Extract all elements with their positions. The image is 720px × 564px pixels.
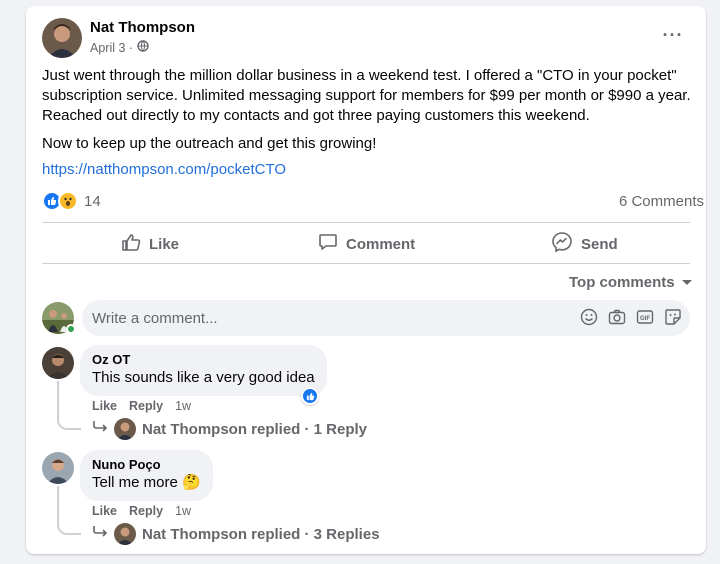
wow-reaction-icon xyxy=(58,191,78,211)
send-label: Send xyxy=(581,235,618,253)
comment-button[interactable]: Comment xyxy=(318,232,415,256)
comment-time[interactable]: 1w xyxy=(175,399,191,413)
comment-reply-link[interactable]: Reply xyxy=(129,504,163,518)
commenter-avatar[interactable] xyxy=(42,452,74,484)
gif-icon[interactable]: GIF xyxy=(636,308,654,326)
author-name[interactable]: Nat Thompson xyxy=(90,19,195,36)
reply-arrow-icon xyxy=(92,420,108,438)
globe-icon[interactable] xyxy=(137,40,149,55)
messenger-icon xyxy=(551,231,573,257)
reply-arrow-icon xyxy=(92,525,108,543)
reaction-count: 14 xyxy=(84,192,101,210)
send-button[interactable]: Send xyxy=(551,232,618,256)
svg-text:GIF: GIF xyxy=(640,316,650,322)
view-replies[interactable]: Nat Thompson replied · 1 Reply xyxy=(92,418,367,440)
comment-like-link[interactable]: Like xyxy=(92,399,117,413)
composer-tools: GIF xyxy=(580,308,682,326)
comment-label: Comment xyxy=(346,235,416,253)
reactions-summary[interactable]: 14 xyxy=(42,191,101,211)
comment-bubble: Nuno Poço Tell me more 🤔 xyxy=(80,450,213,501)
comment-icon xyxy=(318,232,338,256)
emoji-icon[interactable] xyxy=(580,308,598,326)
replier-avatar xyxy=(114,523,136,545)
comment-like-link[interactable]: Like xyxy=(92,504,117,518)
like-label: Like xyxy=(149,235,180,253)
commenter-avatar[interactable] xyxy=(42,347,74,379)
comments-count[interactable]: 6 Comments xyxy=(619,193,704,210)
comment-text: This sounds like a very good idea xyxy=(92,369,315,386)
comment-composer[interactable]: GIF xyxy=(82,300,690,336)
post-paragraph: Now to keep up the outreach and get this… xyxy=(42,135,377,152)
caret-down-icon xyxy=(681,274,693,291)
comment-actions: Like Reply 1w xyxy=(92,399,191,413)
camera-icon[interactable] xyxy=(608,308,626,326)
post-paragraph: Just went through the million dollar bus… xyxy=(42,67,691,124)
comment-reply-link[interactable]: Reply xyxy=(129,399,163,413)
replies-label: Nat Thompson replied · 1 Reply xyxy=(142,420,368,438)
comment-actions: Like Reply 1w xyxy=(92,504,191,518)
sticker-icon[interactable] xyxy=(664,308,682,326)
thread-connector xyxy=(57,505,81,535)
comment-input[interactable] xyxy=(92,309,542,327)
post-text: Just went through the million dollar bus… xyxy=(42,66,692,162)
more-options-button[interactable]: ··· xyxy=(662,24,684,46)
like-button[interactable]: Like xyxy=(121,232,179,256)
post-date[interactable]: April 3 · xyxy=(90,41,133,55)
divider xyxy=(42,222,690,223)
post-link[interactable]: https://natthompson.com/pocketCTO xyxy=(42,161,286,178)
replier-avatar xyxy=(114,418,136,440)
comment-author[interactable]: Oz OT xyxy=(92,352,315,368)
comment-bubble: Oz OT This sounds like a very good idea xyxy=(80,345,327,396)
comment-sort-dropdown[interactable]: Top comments xyxy=(569,274,693,291)
sort-label: Top comments xyxy=(569,274,675,291)
post-meta: April 3 · xyxy=(90,40,149,55)
online-status-dot xyxy=(66,324,76,334)
like-reaction-icon[interactable] xyxy=(301,387,319,405)
author-avatar[interactable] xyxy=(42,18,82,58)
view-replies[interactable]: Nat Thompson replied · 3 Replies xyxy=(92,523,380,545)
thread-connector xyxy=(57,400,81,430)
comment-author[interactable]: Nuno Poço xyxy=(92,457,201,473)
thumbs-up-icon xyxy=(121,232,141,256)
comment-text: Tell me more 🤔 xyxy=(92,474,201,491)
divider xyxy=(42,263,690,264)
replies-label: Nat Thompson replied · 3 Replies xyxy=(142,525,380,543)
comment-time[interactable]: 1w xyxy=(175,504,191,518)
